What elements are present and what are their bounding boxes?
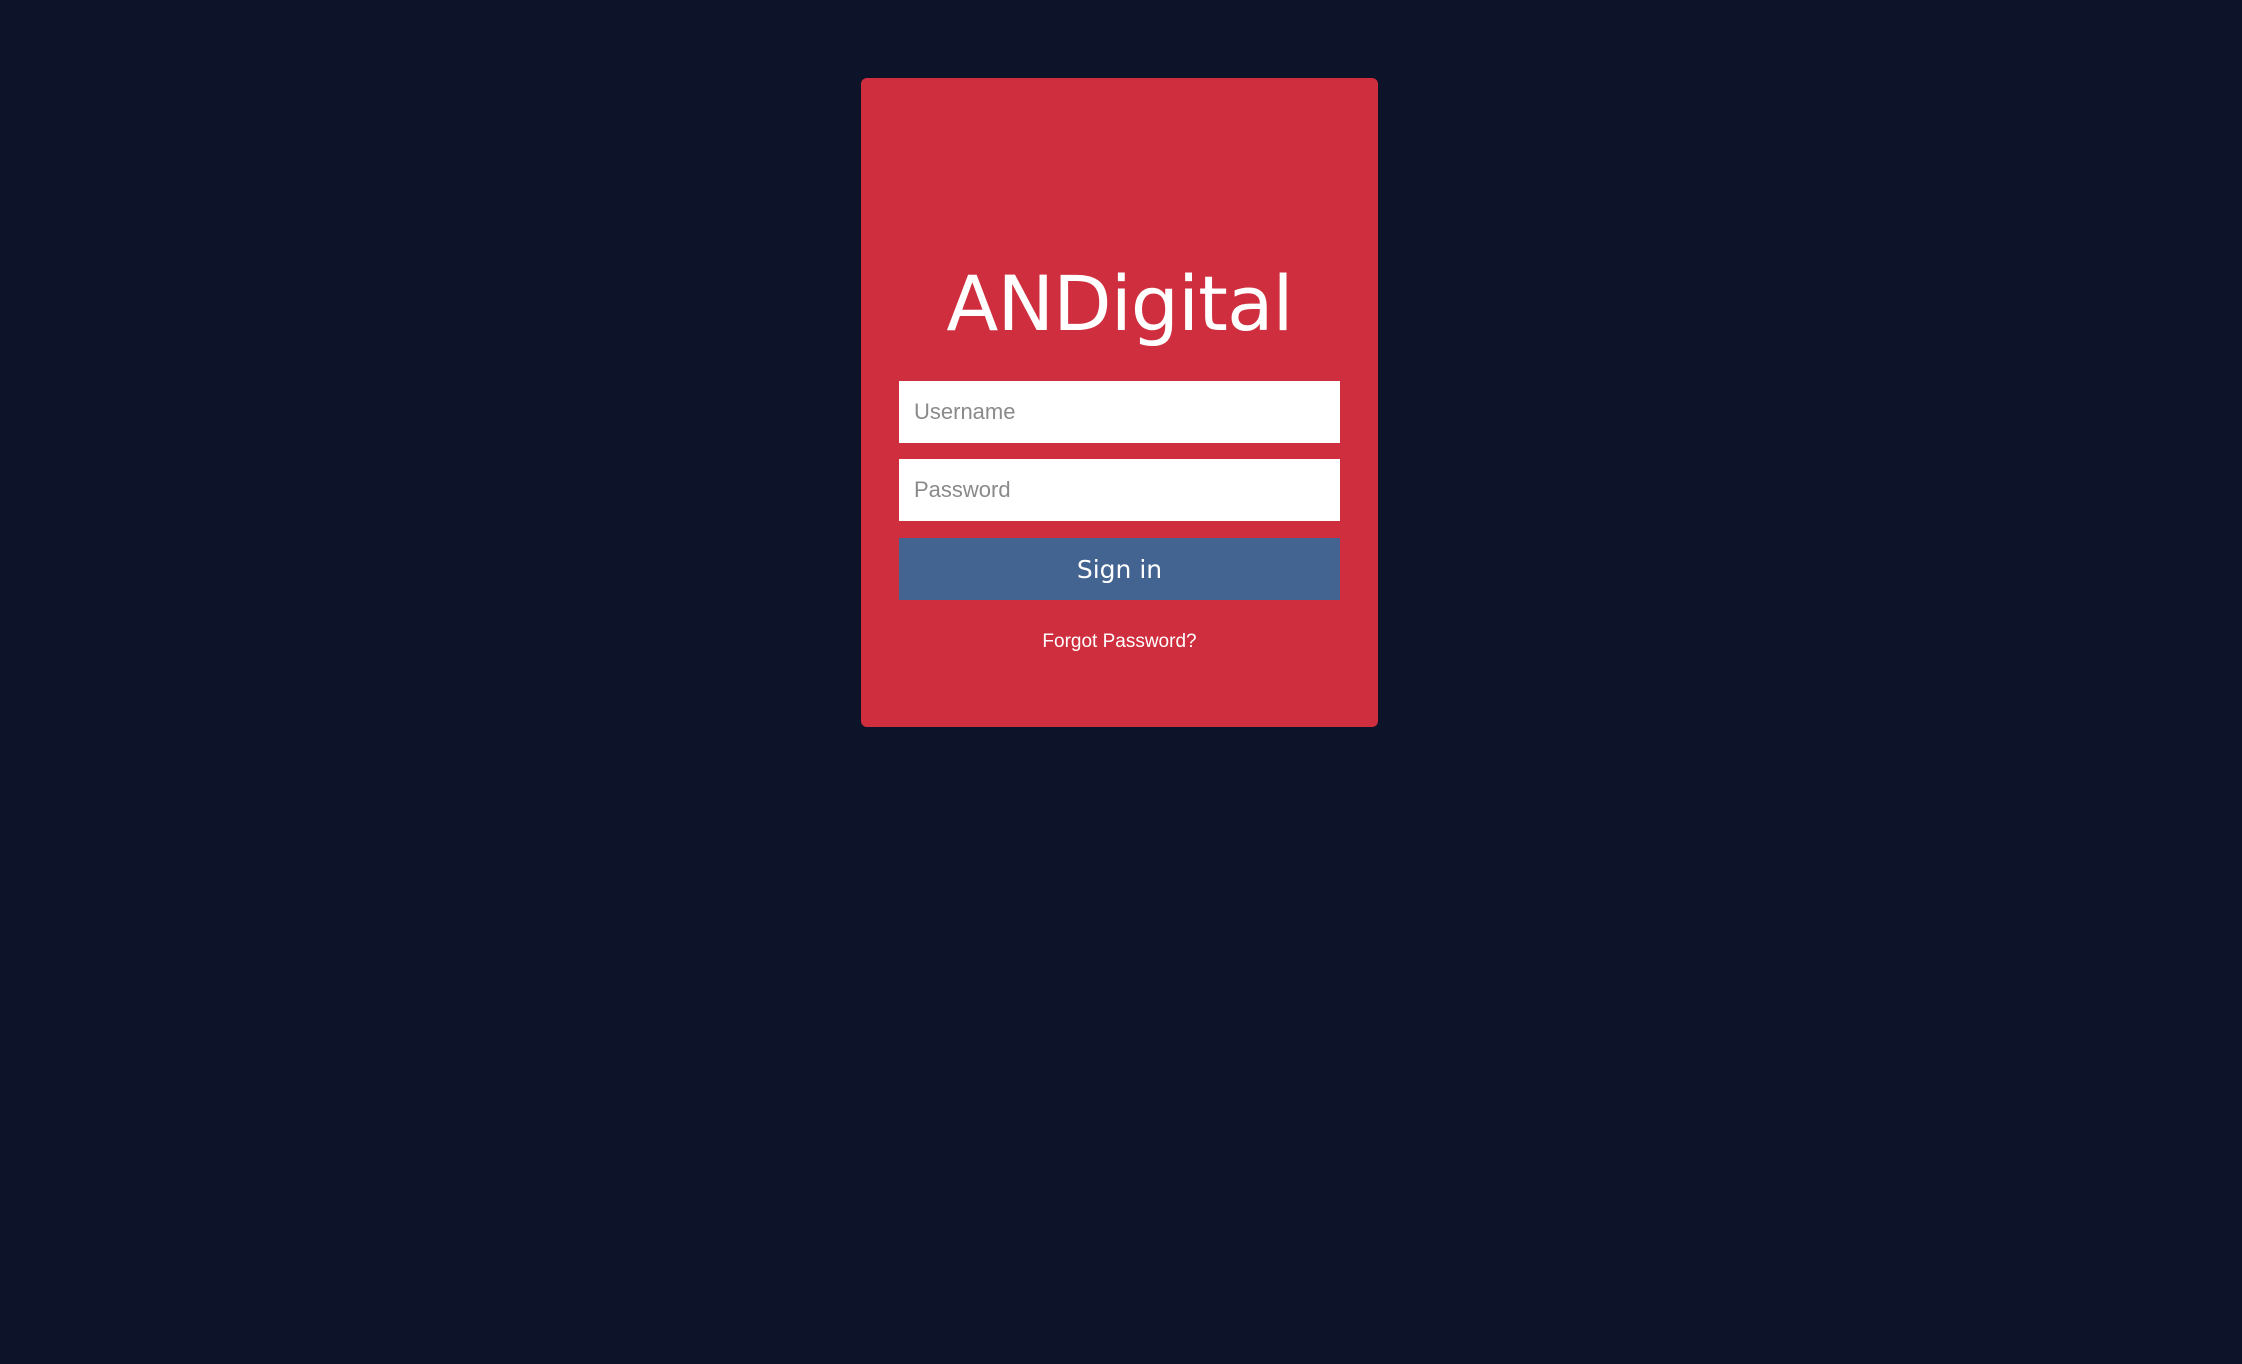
sign-in-button[interactable]: Sign in (899, 538, 1340, 600)
password-input[interactable] (899, 459, 1340, 521)
brand-logo: ANDigital (946, 259, 1293, 348)
login-card: ANDigital Sign in Forgot Password? (861, 78, 1378, 727)
login-page: ANDigital Sign in Forgot Password? (0, 0, 2242, 1364)
forgot-password-link[interactable]: Forgot Password? (861, 631, 1378, 653)
username-input[interactable] (899, 381, 1340, 443)
